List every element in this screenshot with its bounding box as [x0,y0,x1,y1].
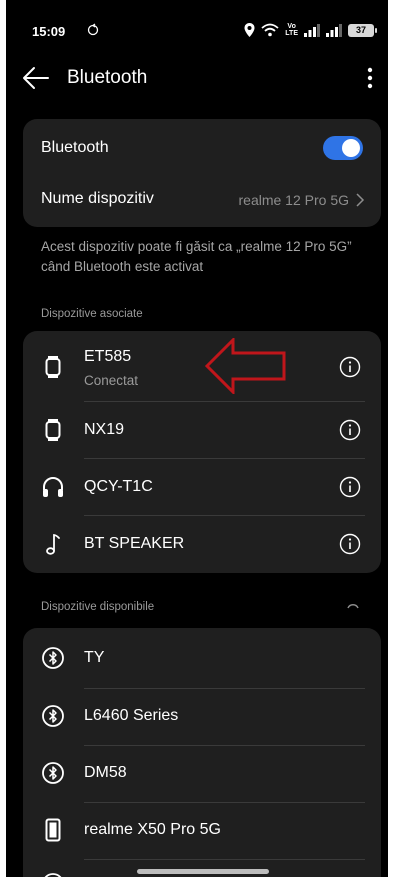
bluetooth-switch[interactable] [323,136,363,160]
bluetooth-toggle-row[interactable]: Bluetooth [23,119,381,177]
device-name: DM58 [84,764,127,781]
signal-icon-sim2 [326,23,342,37]
bluetooth-label: Bluetooth [41,139,109,156]
device-name: realme X50 Pro 5G [84,821,221,838]
device-name: TY [84,649,105,666]
available-devices-card: TY L6460 Series DM58 realme X50 Pro 5G [23,628,381,877]
signal-icon-sim1 [304,23,320,37]
bluetooth-icon [42,762,64,784]
music-note-icon [46,534,60,555]
headphones-icon [43,477,63,497]
available-device-row[interactable]: DM58 [23,746,381,802]
home-indicator[interactable] [137,869,269,874]
app-header: Bluetooth [6,55,388,101]
status-time: 15:09 [32,24,66,39]
battery-indicator: 37 [348,23,377,37]
available-devices-label: Dispozitive disponibile [41,601,155,613]
phone-icon [45,818,61,842]
watch-icon [45,419,61,441]
visibility-description: Acest dispozitiv poate fi găsit ca „real… [41,239,352,274]
paired-device-row[interactable]: ET585 Conectat [23,331,381,401]
available-device-row[interactable]: TY [23,628,381,688]
back-arrow-icon[interactable] [22,65,50,91]
status-bar: 15:09 Vo LTE 37 [6,0,388,60]
bluetooth-icon [42,705,64,727]
paired-devices-label: Dispozitive asociate [41,308,143,320]
switch-knob [342,139,360,157]
info-icon[interactable] [339,476,361,498]
paired-device-row[interactable]: BT SPEAKER [23,516,381,573]
info-icon[interactable] [339,356,361,378]
device-name-row[interactable]: Nume dispozitiv realme 12 Pro 5G [23,177,381,227]
device-name-label: Nume dispozitiv [41,190,154,207]
paired-devices-card: ET585 Conectat NX19 QCY-T1C BT SPEAKER [23,331,381,573]
bluetooth-settings-card: Bluetooth Nume dispozitiv realme 12 Pro … [23,119,381,227]
wifi-icon [261,23,279,37]
device-name-value: realme 12 Pro 5G [238,192,350,208]
bluetooth-icon [44,873,62,877]
info-icon[interactable] [339,533,361,555]
page-title: Bluetooth [67,67,148,88]
device-name: BT SPEAKER [84,535,185,552]
device-name: NX19 [84,421,125,438]
sync-icon [87,23,99,36]
bluetooth-icon [42,647,64,669]
watch-icon [45,356,61,378]
status-icons: Vo LTE 37 [244,20,377,40]
location-icon [244,23,255,37]
paired-device-row[interactable]: QCY-T1C [23,459,381,515]
device-name: ET585 [84,348,132,365]
available-device-row[interactable]: realme X50 Pro 5G [23,803,381,859]
chevron-right-icon [356,193,365,207]
more-options-icon[interactable] [366,65,374,91]
annotation-arrow-icon [205,338,286,394]
volte-indicator: Vo LTE [285,23,298,37]
available-device-row[interactable]: L6460 Series [23,689,381,745]
loading-spinner-icon [347,604,359,609]
device-name: QCY-T1C [84,478,153,495]
phone-screen: 15:09 Vo LTE 37 Bluetooth Bluetooth Nume… [6,0,388,877]
info-icon[interactable] [339,419,361,441]
device-name: L6460 Series [84,707,179,724]
paired-device-row[interactable]: NX19 [23,402,381,458]
device-status: Conectat [84,373,139,388]
